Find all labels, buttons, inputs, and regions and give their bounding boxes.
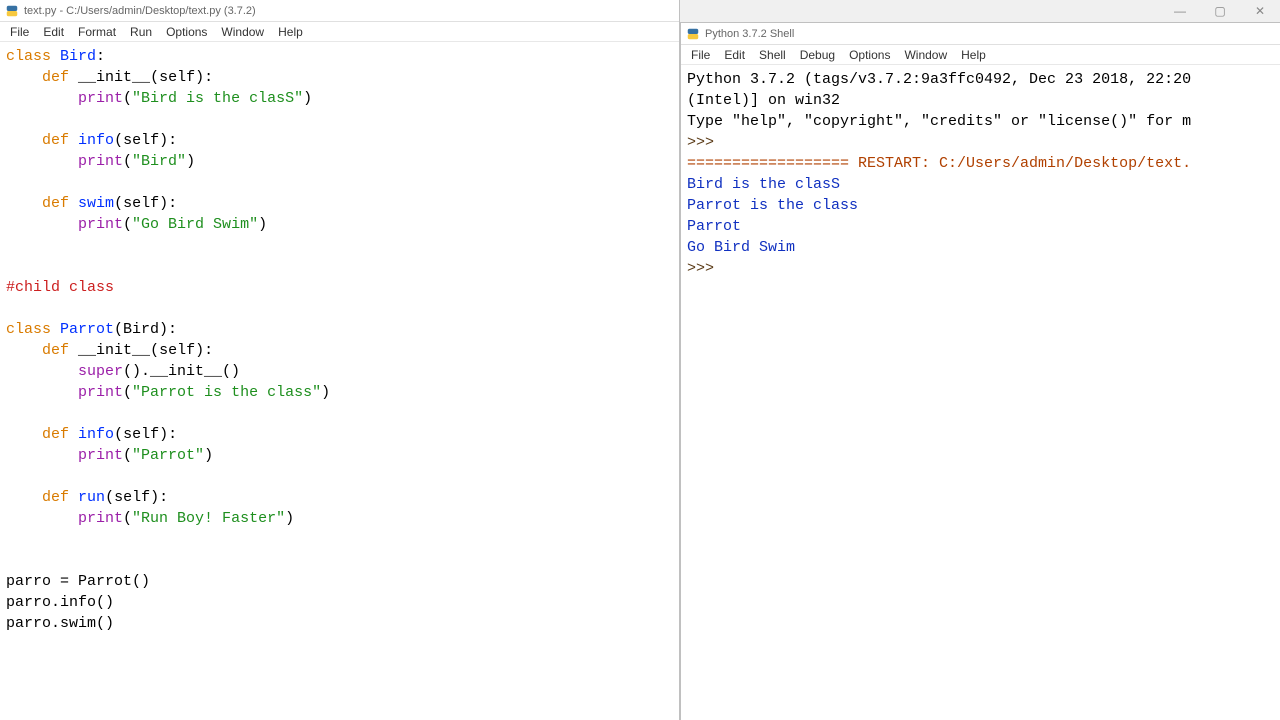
- shell-prompt: >>>: [687, 260, 723, 277]
- python-shell-icon: [685, 26, 701, 42]
- shell-titlebar[interactable]: Python 3.7.2 Shell: [681, 23, 1280, 45]
- menu-window[interactable]: Window: [215, 23, 270, 41]
- shell-menu-window[interactable]: Window: [898, 46, 953, 64]
- shell-menu-shell[interactable]: Shell: [753, 46, 792, 64]
- shell-output-line: Parrot is the class: [687, 197, 858, 214]
- editor-code-area[interactable]: class Bird: def __init__(self): print("B…: [0, 42, 679, 720]
- menu-edit[interactable]: Edit: [37, 23, 70, 41]
- close-button[interactable]: ✕: [1240, 0, 1280, 22]
- shell-menu-file[interactable]: File: [685, 46, 716, 64]
- menu-help[interactable]: Help: [272, 23, 309, 41]
- shell-menubar: File Edit Shell Debug Options Window Hel…: [681, 45, 1280, 65]
- shell-restart-line: ================== RESTART: C:/Users/adm…: [687, 155, 1191, 172]
- shell-menu-help[interactable]: Help: [955, 46, 992, 64]
- shell-window: Python 3.7.2 Shell File Edit Shell Debug…: [680, 22, 1280, 720]
- menu-options[interactable]: Options: [160, 23, 213, 41]
- shell-menu-edit[interactable]: Edit: [718, 46, 751, 64]
- editor-window-controls: — ▢ ✕: [1160, 0, 1280, 22]
- editor-menubar: File Edit Format Run Options Window Help: [0, 22, 679, 42]
- shell-output-line: Parrot: [687, 218, 741, 235]
- maximize-button[interactable]: ▢: [1200, 0, 1240, 22]
- shell-title-text: Python 3.7.2 Shell: [705, 28, 794, 40]
- editor-title-text: text.py - C:/Users/admin/Desktop/text.py…: [24, 5, 256, 17]
- shell-output-line: Go Bird Swim: [687, 239, 795, 256]
- menu-file[interactable]: File: [4, 23, 35, 41]
- minimize-button[interactable]: —: [1160, 0, 1200, 22]
- shell-output-area[interactable]: Python 3.7.2 (tags/v3.7.2:9a3ffc0492, De…: [681, 65, 1280, 720]
- shell-menu-debug[interactable]: Debug: [794, 46, 841, 64]
- menu-run[interactable]: Run: [124, 23, 158, 41]
- python-file-icon: [4, 3, 20, 19]
- shell-banner: Python 3.7.2 (tags/v3.7.2:9a3ffc0492, De…: [687, 71, 1191, 88]
- shell-output-line: Bird is the clasS: [687, 176, 840, 193]
- editor-window: text.py - C:/Users/admin/Desktop/text.py…: [0, 0, 680, 720]
- editor-titlebar[interactable]: text.py - C:/Users/admin/Desktop/text.py…: [0, 0, 679, 22]
- shell-menu-options[interactable]: Options: [843, 46, 896, 64]
- menu-format[interactable]: Format: [72, 23, 122, 41]
- shell-prompt: >>>: [687, 134, 723, 151]
